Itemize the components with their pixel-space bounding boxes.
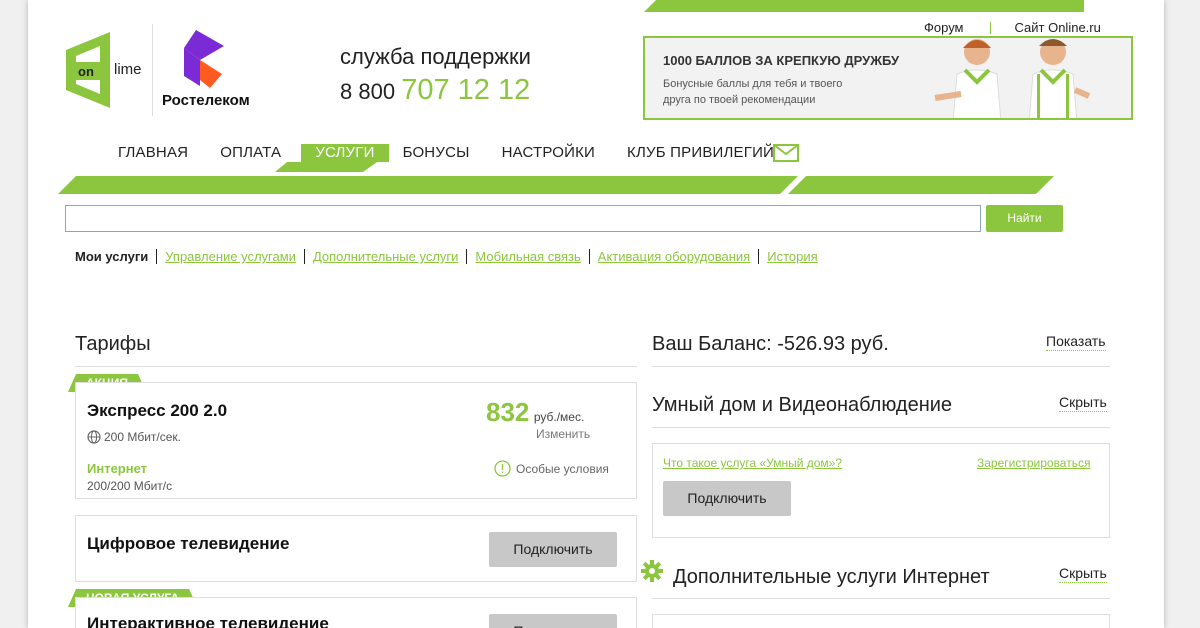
subnav-link-mobile[interactable]: Мобильная связь bbox=[475, 249, 580, 264]
tariff-card-digital-tv: Цифровое телевидение Подключить bbox=[75, 515, 637, 582]
phone-prefix: 8 800 bbox=[340, 79, 396, 104]
forum-link[interactable]: Форум bbox=[924, 20, 964, 35]
subnav-divider bbox=[303, 249, 305, 264]
price-value: 832 bbox=[486, 397, 530, 427]
interactive-tv-title: Интерактивное телевидение bbox=[87, 614, 329, 628]
info-icon bbox=[494, 460, 511, 477]
tariff-change-link[interactable]: Изменить bbox=[536, 427, 590, 441]
smart-home-what-link[interactable]: Что такое услуга «Умный дом»? bbox=[663, 456, 842, 470]
nav-item-settings[interactable]: НАСТРОЙКИ bbox=[502, 144, 595, 162]
subnav-divider bbox=[156, 249, 158, 264]
smart-home-register-link[interactable]: Зарегистрироваться bbox=[977, 456, 1090, 470]
logo-divider bbox=[152, 24, 153, 116]
phone-number: 707 12 12 bbox=[401, 74, 531, 106]
banner-text: Бонусные баллы для тебя и твоего друга п… bbox=[663, 78, 843, 106]
tariff-card-express: Экспресс 200 2.0 200 Мбит/сек. Интернет … bbox=[75, 382, 637, 499]
extra-services-card bbox=[652, 614, 1110, 628]
subnav-divider bbox=[588, 249, 590, 264]
balance-show-link[interactable]: Показать bbox=[1046, 333, 1106, 351]
smart-home-connect-button[interactable]: Подключить bbox=[663, 481, 791, 516]
interactive-tv-connect-button[interactable]: Подключить bbox=[489, 614, 617, 628]
online-logo[interactable]: on lime bbox=[64, 30, 144, 110]
extra-services-divider bbox=[652, 598, 1110, 599]
nav-item-bonuses[interactable]: БОНУСЫ bbox=[403, 144, 470, 162]
svg-text:lime: lime bbox=[114, 61, 142, 78]
tariff-service-speed: 200/200 Мбит/с bbox=[87, 479, 173, 493]
page: Форум Сайт Online.ru on lime Ростелеком … bbox=[28, 0, 1164, 628]
special-conditions[interactable]: Особые условия bbox=[494, 460, 609, 477]
extra-services-heading: Дополнительные услуги Интернет bbox=[673, 566, 990, 588]
balance-divider bbox=[652, 366, 1110, 367]
tariff-service-name: Интернет bbox=[87, 461, 148, 476]
nav-item-services[interactable]: УСЛУГИ bbox=[301, 144, 389, 162]
nav-active-tail bbox=[275, 162, 377, 172]
smart-home-hide-link[interactable]: Скрыть bbox=[1059, 394, 1107, 412]
nav-item-main[interactable]: ГЛАВНАЯ bbox=[118, 144, 188, 162]
nav-item-privilege-club[interactable]: КЛУБ ПРИВИЛЕГИЙ bbox=[627, 144, 774, 162]
tariff-title: Экспресс 200 2.0 bbox=[87, 401, 228, 420]
tariffs-heading: Тарифы bbox=[75, 333, 151, 355]
search-input[interactable] bbox=[65, 205, 981, 232]
banner-people-image bbox=[934, 39, 1091, 118]
rostelecom-name: Ростелеком bbox=[162, 92, 250, 109]
sub-nav: Мои услуги Управление услугами Дополните… bbox=[75, 249, 818, 264]
smart-home-divider bbox=[652, 427, 1110, 428]
smart-home-card: Что такое услуга «Умный дом»? Зарегистри… bbox=[652, 443, 1110, 538]
mail-icon[interactable] bbox=[773, 144, 799, 162]
svg-text:on: on bbox=[78, 64, 94, 79]
top-green-bar bbox=[644, 0, 1084, 12]
nav-green-band bbox=[58, 176, 1054, 194]
tariff-speed: 200 Мбит/сек. bbox=[87, 430, 181, 444]
support-label: служба поддержки bbox=[340, 44, 531, 69]
subnav-link-extra[interactable]: Дополнительные услуги bbox=[313, 249, 458, 264]
gear-icon bbox=[641, 560, 663, 587]
special-conditions-label: Особые условия bbox=[516, 461, 609, 476]
top-links-divider bbox=[989, 22, 991, 34]
digital-tv-title: Цифровое телевидение bbox=[87, 534, 290, 553]
extra-services-hide-link[interactable]: Скрыть bbox=[1059, 565, 1107, 583]
subnav-link-manage[interactable]: Управление услугами bbox=[165, 249, 296, 264]
search-button[interactable]: Найти bbox=[986, 205, 1063, 232]
tariffs-divider bbox=[75, 366, 637, 367]
nav-item-payment[interactable]: ОПЛАТА bbox=[220, 144, 281, 162]
online-logo-icon: on lime bbox=[66, 32, 142, 108]
digital-tv-connect-button[interactable]: Подключить bbox=[489, 532, 617, 567]
globe-icon bbox=[87, 430, 101, 444]
top-links: Форум Сайт Online.ru bbox=[924, 20, 1101, 35]
subnav-current: Мои услуги bbox=[75, 249, 149, 264]
subnav-link-activation[interactable]: Активация оборудования bbox=[598, 249, 750, 264]
subnav-divider bbox=[758, 249, 760, 264]
support-phone[interactable]: 8 800 707 12 12 bbox=[340, 74, 530, 107]
balance-label: Ваш Баланс: -526.93 руб. bbox=[652, 333, 889, 355]
tariff-card-interactive-tv: Интерактивное телевидение Подключить bbox=[75, 597, 637, 628]
subnav-divider bbox=[466, 249, 468, 264]
promo-banner[interactable]: 1000 БАЛЛОВ ЗА КРЕПКУЮ ДРУЖБУ Бонусные б… bbox=[643, 36, 1133, 120]
tariff-price: 832 руб./мес. bbox=[486, 397, 584, 428]
banner-title: 1000 БАЛЛОВ ЗА КРЕПКУЮ ДРУЖБУ bbox=[663, 53, 900, 68]
tariff-speed-value: 200 Мбит/сек. bbox=[104, 430, 182, 444]
main-nav: ГЛАВНАЯ ОПЛАТА УСЛУГИ БОНУСЫ НАСТРОЙКИ К… bbox=[118, 144, 806, 162]
price-unit: руб./мес. bbox=[533, 410, 585, 424]
smart-home-heading: Умный дом и Видеонаблюдение bbox=[652, 394, 953, 416]
site-online-link[interactable]: Сайт Online.ru bbox=[1015, 20, 1101, 35]
subnav-link-history[interactable]: История bbox=[767, 249, 817, 264]
